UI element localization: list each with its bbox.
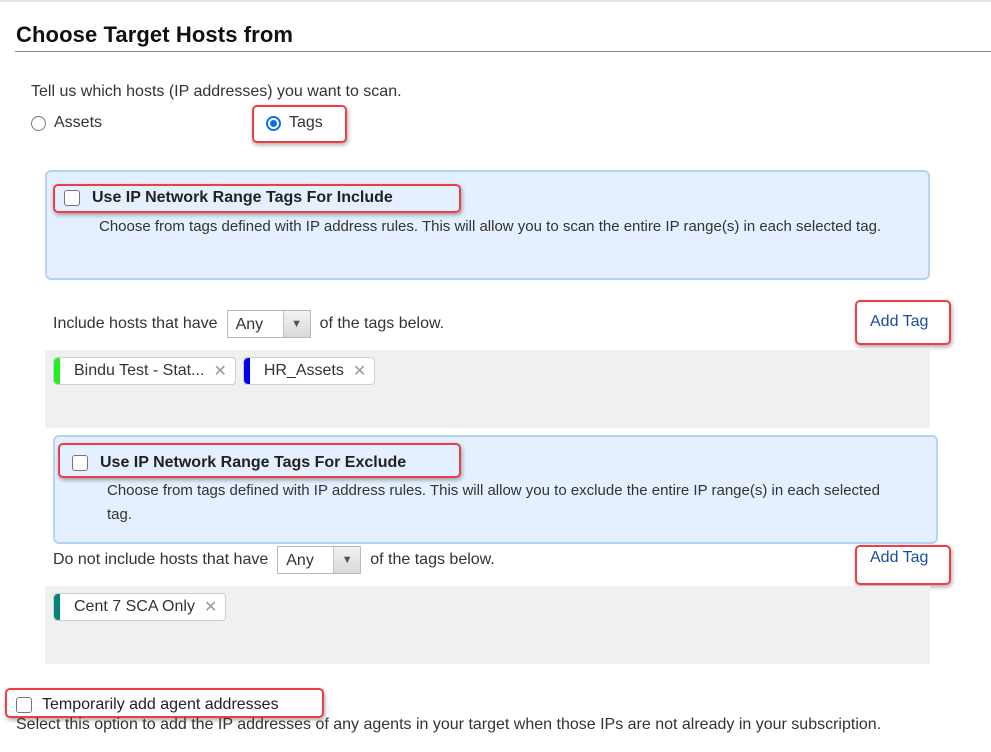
include-ip-range-checkbox[interactable]: [64, 190, 80, 206]
agent-addresses-checkbox[interactable]: [16, 697, 32, 713]
remove-tag-icon[interactable]: ✕: [213, 361, 226, 381]
radio-tags[interactable]: Tags: [266, 114, 323, 132]
section-title: Choose Target Hosts from: [16, 22, 294, 47]
radio-assets[interactable]: Assets: [31, 114, 102, 132]
tag-color-bar: [243, 358, 250, 384]
top-border: [0, 0, 991, 2]
exclude-ip-range-checkbox[interactable]: [72, 455, 88, 471]
remove-tag-icon[interactable]: ✕: [353, 361, 366, 381]
exclude-filter-suffix: of the tags below.: [370, 551, 495, 568]
radio-assets-button[interactable]: [31, 115, 46, 131]
include-filter-row: Include hosts that have Any ▼ of the tag…: [53, 310, 444, 338]
chevron-down-icon[interactable]: ▼: [333, 547, 361, 573]
tag-label: HR_Assets: [263, 362, 344, 379]
exclude-ip-range-checkbox-row[interactable]: Use IP Network Range Tags For Exclude: [72, 454, 406, 472]
tag-chip[interactable]: Cent 7 SCA Only ✕: [53, 593, 227, 621]
include-filter-prefix: Include hosts that have: [53, 315, 218, 332]
tag-color-bar: [54, 358, 60, 384]
chevron-down-icon[interactable]: ▼: [282, 311, 310, 337]
exclude-ip-range-description: Choose from tags defined with IP address…: [107, 482, 880, 523]
include-match-select[interactable]: Any ▼: [226, 310, 311, 338]
exclude-match-value[interactable]: Any: [278, 547, 333, 573]
exclude-tag-list: Cent 7 SCA Only ✕: [53, 593, 227, 621]
exclude-filter-prefix: Do not include hosts that have: [53, 551, 269, 568]
agent-addresses-label[interactable]: Temporarily add agent addresses: [42, 696, 279, 714]
title-divider: [15, 51, 991, 52]
tag-label: Bindu Test - Stat...: [74, 362, 205, 379]
include-filter-suffix: of the tags below.: [319, 315, 445, 332]
tag-color-bar: [54, 594, 60, 620]
tag-chip[interactable]: Bindu Test - Stat... ✕: [53, 357, 236, 385]
tag-chip[interactable]: HR_Assets ✕: [242, 357, 376, 385]
include-ip-range-label[interactable]: Use IP Network Range Tags For Include: [92, 189, 393, 207]
exclude-filter-row: Do not include hosts that have Any ▼ of …: [53, 546, 495, 574]
remove-tag-icon[interactable]: ✕: [204, 597, 217, 617]
exclude-add-tag-link[interactable]: Add Tag: [870, 549, 928, 567]
intro-text: Tell us which hosts (IP addresses) you w…: [31, 83, 402, 100]
agent-addresses-description: Select this option to add the IP address…: [16, 716, 882, 733]
include-tag-list: Bindu Test - Stat... ✕ HR_Assets ✕: [53, 357, 376, 385]
agent-addresses-checkbox-row[interactable]: Temporarily add agent addresses: [16, 696, 279, 714]
tag-label: Cent 7 SCA Only: [74, 598, 195, 615]
include-ip-range-description: Choose from tags defined with IP address…: [99, 218, 882, 235]
radio-tags-label[interactable]: Tags: [289, 114, 323, 132]
include-add-tag-link[interactable]: Add Tag: [870, 313, 928, 331]
exclude-match-select[interactable]: Any ▼: [277, 546, 362, 574]
include-ip-range-checkbox-row[interactable]: Use IP Network Range Tags For Include: [64, 189, 393, 207]
exclude-ip-range-label[interactable]: Use IP Network Range Tags For Exclude: [100, 454, 406, 472]
radio-assets-label[interactable]: Assets: [54, 114, 102, 132]
radio-tags-button[interactable]: [266, 115, 281, 131]
include-match-value[interactable]: Any: [228, 311, 283, 337]
